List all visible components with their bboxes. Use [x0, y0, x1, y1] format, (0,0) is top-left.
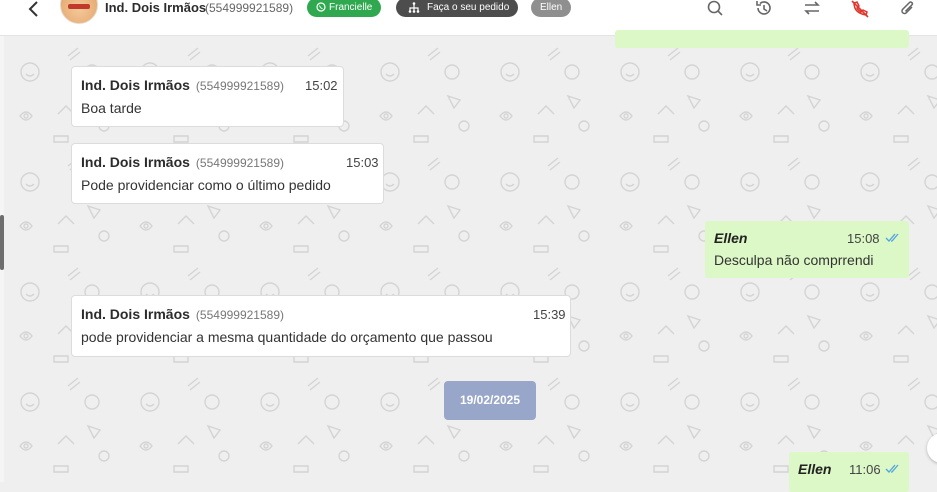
message-text: Desculpa não comprrendi — [714, 252, 874, 268]
paperclip-icon[interactable] — [899, 0, 917, 18]
message-sender: Ind. Dois Irmãos (554999921589) — [81, 77, 284, 93]
message-time: 11:06 — [849, 462, 881, 477]
message-text: pode providenciar a mesma quantidade do … — [81, 329, 493, 345]
avatar[interactable] — [60, 0, 98, 24]
message-sender: Ellen — [798, 461, 832, 477]
message-sender: Ind. Dois Irmãos (554999921589) — [81, 154, 284, 170]
sender-phone: (554999921589) — [195, 308, 284, 322]
sender-phone: (554999921589) — [195, 156, 284, 170]
tag-ellen[interactable]: Ellen — [531, 0, 572, 17]
message-sender: Ind. Dois Irmãos (554999921589) — [81, 306, 284, 322]
message-time: 15:02 — [305, 78, 338, 93]
whatsapp-icon — [316, 2, 326, 12]
transfer-icon[interactable] — [803, 0, 821, 18]
tag-label: Ellen — [540, 2, 563, 13]
message-text: Pode providenciar como o último pedido — [81, 177, 331, 193]
message-incoming: Ind. Dois Irmãos (554999921589) 15:02 Boa… — [71, 66, 344, 127]
message-incoming: Ind. Dois Irmãos (554999921589) 15:39 pod… — [71, 295, 571, 357]
end-call-icon[interactable] — [851, 0, 869, 18]
read-receipt-icon — [885, 464, 899, 473]
history-icon[interactable] — [755, 0, 773, 18]
message-outgoing-partial — [615, 30, 909, 48]
message-incoming: Ind. Dois Irmãos (554999921589) 15:03 Pod… — [71, 143, 384, 204]
message-sender: Ellen — [714, 230, 748, 246]
message-time: 15:39 — [533, 307, 566, 322]
tag-label: Francielle — [329, 2, 373, 13]
read-receipt-icon — [885, 233, 899, 242]
sitemap-icon — [408, 2, 420, 13]
date-separator: 19/02/2025 — [444, 381, 536, 420]
message-time: 15:03 — [346, 155, 379, 170]
scrollbar-handle[interactable] — [0, 215, 4, 270]
contact-name: Ind. Dois Irmãos — [105, 0, 207, 15]
message-text: Boa tarde — [81, 100, 142, 116]
tag-faca-seu-pedido[interactable]: Faça o seu pedido — [396, 0, 519, 17]
message-outgoing: Ellen 11:06 — [789, 452, 909, 492]
tag-label: Faça o seu pedido — [427, 2, 510, 13]
message-time: 15:08 — [847, 231, 880, 246]
back-arrow-icon[interactable] — [22, 0, 46, 18]
message-outgoing: Ellen 15:08 Desculpa não comprrendi — [705, 221, 909, 278]
search-icon[interactable] — [706, 0, 724, 18]
tag-francielle[interactable]: Francielle — [307, 0, 382, 17]
sender-phone: (554999921589) — [195, 79, 284, 93]
contact-phone: (554999921589) — [205, 1, 294, 15]
